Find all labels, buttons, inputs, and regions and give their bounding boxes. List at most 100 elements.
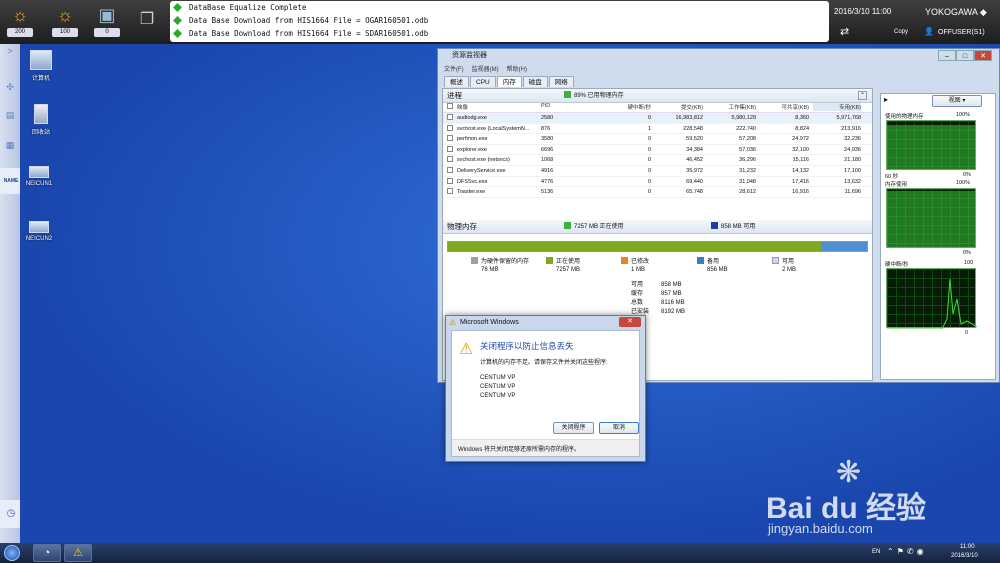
process-row[interactable]: audiodg.exe 2580 0 16,983,812 5,980,128 8,360… <box>443 113 872 124</box>
column-header[interactable]: 映像 <box>457 103 468 111</box>
tab-network[interactable]: 网络 <box>548 76 574 87</box>
tab-overview[interactable]: 概述 <box>444 76 469 87</box>
graph-title: 内存使用 <box>885 182 908 188</box>
close-programs-button[interactable]: 关闭程序 <box>553 422 594 434</box>
physical-memory-header[interactable]: 物理内存 7257 MB 正在使用 858 MB 可用 <box>443 220 872 234</box>
start-button[interactable] <box>4 545 20 561</box>
menu-monitor[interactable]: 监视器(M) <box>472 67 499 73</box>
process-cell: 13,632 <box>844 178 861 185</box>
user-name[interactable]: OFFUSER(S1) <box>938 29 985 36</box>
desktop-icon-computer[interactable]: 计算机 <box>21 50 61 82</box>
process-checkbox[interactable] <box>447 135 453 142</box>
system-message[interactable]: Data Base Download from HIS1664 File = S… <box>173 28 829 41</box>
expand-icon[interactable]: > <box>3 46 17 56</box>
network-node-icon[interactable]: ✣ <box>3 82 17 93</box>
graph-min: 0% <box>963 250 971 256</box>
menu-help[interactable]: 帮助(H) <box>507 67 527 73</box>
process-cell: 34,384 <box>686 146 703 153</box>
process-cell: DFSSvc.exe <box>457 178 488 185</box>
process-cell: 222,740 <box>736 125 756 132</box>
column-header[interactable]: PID <box>541 103 550 109</box>
tab-cpu[interactable]: CPU <box>470 76 496 87</box>
process-cell: 4776 <box>541 178 554 185</box>
column-header[interactable]: 可共享(KB) <box>765 103 809 111</box>
process-cell: 4916 <box>541 167 554 174</box>
tray-icons[interactable]: ⌃⚑✆◉ <box>887 547 927 556</box>
process-row[interactable]: perfmon.exe 3580 0 59,520 57,208 24,972 32,236 <box>443 134 872 145</box>
table-icon[interactable]: ▦ <box>3 140 17 151</box>
collapse-icon[interactable]: ⌃ <box>858 91 867 100</box>
graph-max: 100% <box>956 180 971 186</box>
maximize-button[interactable]: □ <box>956 50 974 61</box>
select-all-checkbox[interactable] <box>447 103 453 109</box>
alarm-button-200[interactable]: ☼ 200 <box>5 3 35 41</box>
process-row[interactable]: Toaster.exe 5136 0 65,748 28,612 16,916 11,696 <box>443 187 872 198</box>
tab-memory[interactable]: 内存 <box>496 76 522 87</box>
desktop-icon-recycle-bin[interactable]: 回收站 <box>21 104 61 136</box>
collapse-panel-icon[interactable]: ▸ <box>884 95 888 104</box>
legend-value: 7257 MB <box>556 267 581 273</box>
status-green-icon <box>173 3 182 12</box>
process-checkbox[interactable] <box>447 145 453 152</box>
process-row[interactable]: explorer.exe 6696 0 34,384 57,036 32,100 24,93… <box>443 145 872 156</box>
close-button[interactable]: ✕ <box>974 50 992 61</box>
app-clock-icon: ◔ <box>43 547 51 559</box>
legend-label: 正在使用 <box>556 259 581 265</box>
message-button[interactable]: ▣ 0 <box>92 3 122 41</box>
network-icon[interactable]: ⇄ <box>840 25 849 38</box>
taskbar-app-warning[interactable]: ⚠ <box>64 544 92 562</box>
column-header[interactable]: 硬中断/秒 <box>593 103 651 111</box>
menu-bar: 文件(F) 监视器(M) 帮助(H) <box>444 64 535 74</box>
process-cell: 0 <box>647 115 651 121</box>
minimize-button[interactable]: – <box>938 50 956 61</box>
process-row[interactable]: DeliveryService.exe 4916 0 35,972 31,232 14,1… <box>443 166 872 177</box>
graph-max: 100 <box>964 260 974 266</box>
process-cell: 36,296 <box>739 157 756 164</box>
system-message[interactable]: DataBase Equalize Complete <box>173 2 829 15</box>
menu-file[interactable]: 文件(F) <box>444 67 464 73</box>
app-warning-icon: ⚠ <box>73 547 83 559</box>
process-checkbox[interactable] <box>447 114 453 120</box>
desktop-icon-neicun2[interactable]: NEICUN2 <box>19 221 59 242</box>
cancel-button[interactable]: 取消 <box>599 422 639 434</box>
section-title: 物理内存 <box>447 222 477 231</box>
process-cell: 32,236 <box>844 136 861 143</box>
process-checkbox[interactable] <box>447 177 453 184</box>
process-cell: 0 <box>647 189 651 196</box>
column-header[interactable]: 工作集(KB) <box>711 103 756 111</box>
memory-inuse-text: 7257 MB 正在使用 <box>574 224 624 230</box>
window-list-button[interactable]: ❐ <box>132 8 162 46</box>
dialog-message: 计算机的内存不足。请保存文件并关闭这些程序: <box>480 360 608 366</box>
system-message[interactable]: Data Base Download from HIS1664 File = O… <box>173 15 829 28</box>
stat-value: 858 MB <box>661 282 682 288</box>
taskbar: ◔ ⚠ EN ⌃⚑✆◉ 11:00 2016/3/10 <box>0 543 1000 563</box>
column-header[interactable]: 专用(KB) <box>813 103 861 111</box>
process-section-header[interactable]: 进程 89% 已用物理内存 ⌃ <box>443 89 872 103</box>
process-cell: 0 <box>647 167 651 174</box>
process-row[interactable]: svchost.exe (LocalSystemN... 876 1 228,548 2… <box>443 124 872 135</box>
process-checkbox[interactable] <box>447 124 453 131</box>
legend-value: 1 MB <box>631 267 646 273</box>
dialog-close-button[interactable]: ✕ <box>619 317 641 327</box>
copy-button[interactable]: Copy <box>894 29 908 35</box>
process-checkbox[interactable] <box>447 156 453 163</box>
clock-icon[interactable]: ◷ <box>0 500 22 528</box>
toolbox-icon[interactable]: ▤ <box>3 110 17 121</box>
process-row[interactable]: DFSSvc.exe 4776 0 69,440 31,048 17,416 13,632 <box>443 177 872 188</box>
process-cell: 46,452 <box>686 157 703 164</box>
taskbar-date[interactable]: 2016/3/10 <box>951 553 978 559</box>
view-dropdown[interactable]: 视图 ▾ <box>932 95 982 107</box>
stat-label: 总数 <box>631 300 644 306</box>
tab-disk[interactable]: 磁盘 <box>522 76 548 87</box>
dialog-heading: 关闭程序以防止信息丢失 <box>480 341 574 351</box>
alarm-button-100[interactable]: ☼ 100 <box>50 3 80 41</box>
process-cell: 24,972 <box>792 136 809 143</box>
language-indicator[interactable]: EN <box>872 549 880 555</box>
taskbar-time[interactable]: 11:00 <box>960 544 975 550</box>
column-header[interactable]: 提交(KB) <box>658 103 703 111</box>
desktop-icon-neicun1[interactable]: NEICUN1 <box>19 166 59 187</box>
process-row[interactable]: svchost.exe (netsvcs) 1068 0 46,452 36,296 15… <box>443 155 872 166</box>
process-checkbox[interactable] <box>447 166 453 173</box>
taskbar-app-clock[interactable]: ◔ <box>33 544 61 562</box>
process-checkbox[interactable] <box>447 188 453 195</box>
